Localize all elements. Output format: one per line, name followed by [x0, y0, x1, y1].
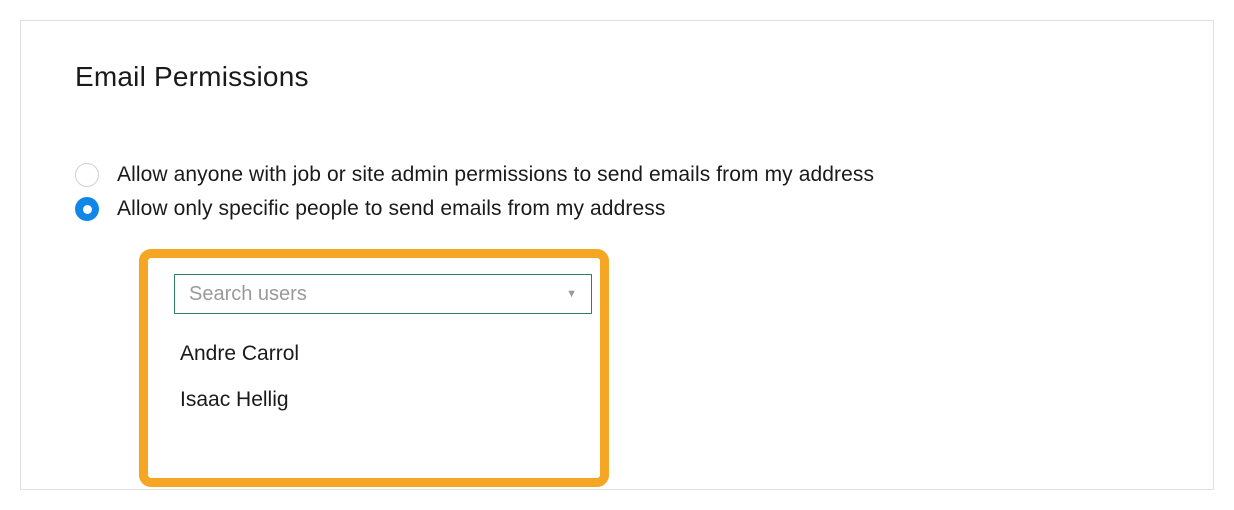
- radio-specific[interactable]: [75, 197, 99, 221]
- search-users-select[interactable]: Search users ▼: [174, 274, 592, 314]
- radio-specific-label: Allow only specific people to send email…: [117, 197, 665, 221]
- user-item[interactable]: Andre Carrol: [180, 342, 574, 366]
- search-placeholder: Search users: [189, 283, 307, 306]
- radio-row-specific: Allow only specific people to send email…: [75, 197, 1159, 221]
- user-list: Andre Carrol Isaac Hellig: [174, 342, 574, 412]
- radio-anyone-label: Allow anyone with job or site admin perm…: [117, 163, 874, 187]
- permission-radio-group: Allow anyone with job or site admin perm…: [75, 163, 1159, 221]
- email-permissions-panel: Email Permissions Allow anyone with job …: [20, 20, 1214, 490]
- radio-row-anyone: Allow anyone with job or site admin perm…: [75, 163, 1159, 187]
- chevron-down-icon: ▼: [566, 288, 577, 300]
- highlighted-section: Search users ▼ Andre Carrol Isaac Hellig: [139, 249, 609, 487]
- radio-anyone[interactable]: [75, 163, 99, 187]
- panel-title: Email Permissions: [75, 61, 1159, 93]
- user-item[interactable]: Isaac Hellig: [180, 388, 574, 412]
